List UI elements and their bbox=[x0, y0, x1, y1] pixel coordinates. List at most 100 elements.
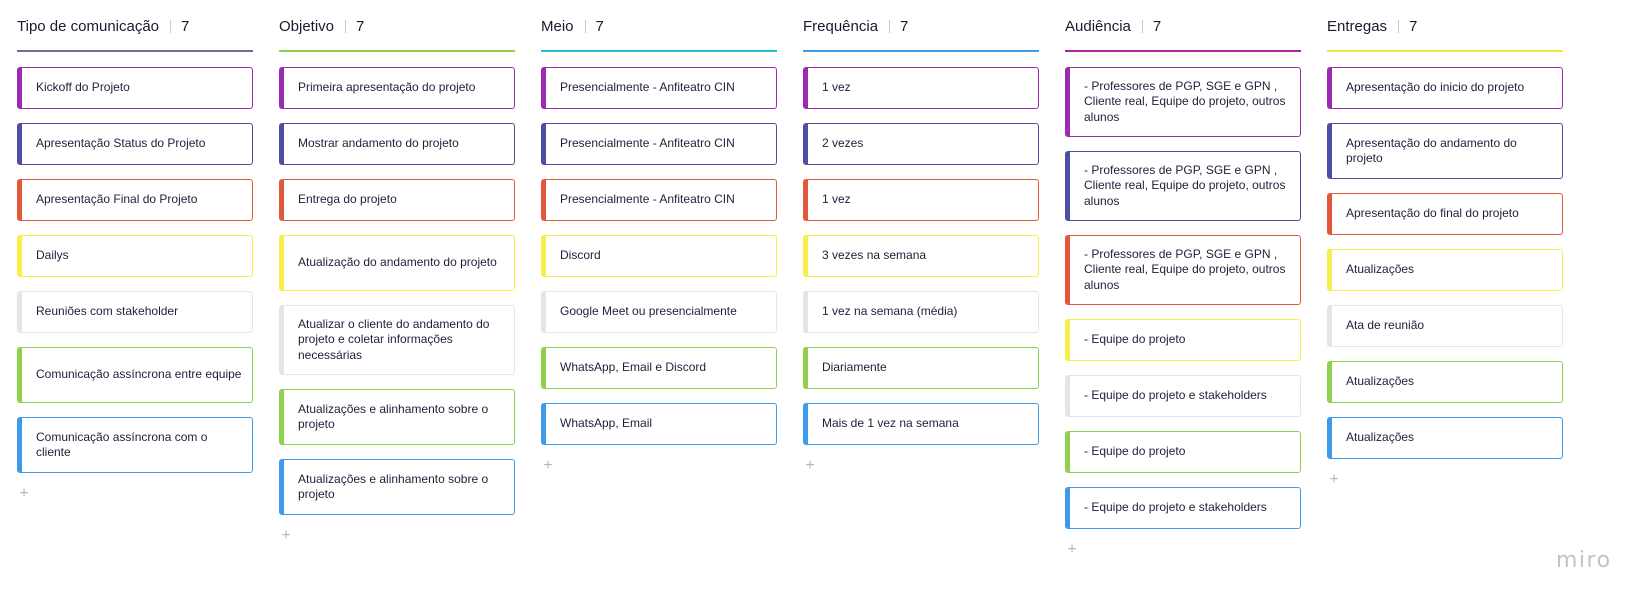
column-color-line bbox=[541, 50, 777, 52]
card-text: - Equipe do projeto bbox=[1084, 332, 1186, 347]
card-text: - Professores de PGP, SGE e GPN , Client… bbox=[1084, 246, 1286, 292]
column-header[interactable]: Frequência 7 bbox=[803, 15, 1039, 37]
add-card-button[interactable]: + bbox=[541, 458, 555, 474]
card-text: Presencialmente - Anfiteatro CIN bbox=[560, 80, 735, 95]
card[interactable]: Mostrar andamento do projeto bbox=[279, 123, 515, 165]
column-color-line bbox=[17, 50, 253, 52]
column-title[interactable]: Frequência bbox=[803, 18, 878, 35]
card-text: Atualizações bbox=[1346, 374, 1415, 389]
card[interactable]: 1 vez bbox=[803, 67, 1039, 109]
card-text: Apresentação Final do Projeto bbox=[36, 192, 198, 207]
card[interactable]: Diariamente bbox=[803, 347, 1039, 389]
column-color-line bbox=[1065, 50, 1301, 52]
card[interactable]: Atualizar o cliente do andamento do proj… bbox=[279, 305, 515, 375]
card[interactable]: Comunicação assíncrona com o cliente bbox=[17, 417, 253, 473]
card[interactable]: Presencialmente - Anfiteatro CIN bbox=[541, 67, 777, 109]
card[interactable]: Apresentação do inicio do projeto bbox=[1327, 67, 1563, 109]
card[interactable]: - Equipe do projeto e stakeholders bbox=[1065, 487, 1301, 529]
card-text: - Professores de PGP, SGE e GPN , Client… bbox=[1084, 78, 1286, 124]
card[interactable]: 1 vez na semana (média) bbox=[803, 291, 1039, 333]
card[interactable]: 1 vez bbox=[803, 179, 1039, 221]
card[interactable]: Apresentação Final do Projeto bbox=[17, 179, 253, 221]
card[interactable]: - Professores de PGP, SGE e GPN , Client… bbox=[1065, 151, 1301, 221]
card-text: Kickoff do Projeto bbox=[36, 80, 130, 95]
card[interactable]: Atualizações e alinhamento sobre o proje… bbox=[279, 459, 515, 515]
card[interactable]: Discord bbox=[541, 235, 777, 277]
card[interactable]: - Equipe do projeto bbox=[1065, 319, 1301, 361]
card[interactable]: Dailys bbox=[17, 235, 253, 277]
add-card-button[interactable]: + bbox=[279, 528, 293, 544]
card[interactable]: Presencialmente - Anfiteatro CIN bbox=[541, 123, 777, 165]
column-title[interactable]: Objetivo bbox=[279, 18, 334, 35]
add-card-button[interactable]: + bbox=[803, 458, 817, 474]
column-card-count: 7 bbox=[356, 17, 365, 35]
card[interactable]: Atualização do andamento do projeto bbox=[279, 235, 515, 291]
card[interactable]: Comunicação assíncrona entre equipe bbox=[17, 347, 253, 403]
column-header[interactable]: Objetivo 7 bbox=[279, 15, 515, 37]
column-header-divider bbox=[584, 19, 586, 33]
card-text: Apresentação do andamento do projeto bbox=[1346, 135, 1517, 166]
card-text: Atualizações bbox=[1346, 430, 1415, 445]
card[interactable]: Atualizações bbox=[1327, 249, 1563, 291]
add-card-button[interactable]: + bbox=[1065, 542, 1079, 558]
card[interactable]: Presencialmente - Anfiteatro CIN bbox=[541, 179, 777, 221]
card-text: - Equipe do projeto e stakeholders bbox=[1084, 388, 1267, 403]
column-header[interactable]: Tipo de comunicação 7 bbox=[17, 15, 253, 37]
card-text: Presencialmente - Anfiteatro CIN bbox=[560, 136, 735, 151]
card[interactable]: Atualizações bbox=[1327, 361, 1563, 403]
card[interactable]: Apresentação Status do Projeto bbox=[17, 123, 253, 165]
card[interactable]: Kickoff do Projeto bbox=[17, 67, 253, 109]
column-header-divider bbox=[1398, 19, 1400, 33]
add-card-button[interactable]: + bbox=[1327, 472, 1341, 488]
column-card-count: 7 bbox=[1152, 17, 1162, 35]
card[interactable]: Atualizações bbox=[1327, 417, 1563, 459]
card[interactable]: - Equipe do projeto bbox=[1065, 431, 1301, 473]
column-title[interactable]: Entregas bbox=[1327, 18, 1387, 35]
column-card-count: 7 bbox=[1409, 17, 1418, 35]
card[interactable]: Apresentação do andamento do projeto bbox=[1327, 123, 1563, 179]
card[interactable]: WhatsApp, Email e Discord bbox=[541, 347, 777, 389]
card[interactable]: Ata de reunião bbox=[1327, 305, 1563, 347]
add-card-button[interactable]: + bbox=[17, 486, 31, 502]
card[interactable]: Reuniões com stakeholder bbox=[17, 291, 253, 333]
card[interactable]: Atualizações e alinhamento sobre o proje… bbox=[279, 389, 515, 445]
column-card-count: 7 bbox=[181, 17, 190, 35]
card[interactable]: WhatsApp, Email bbox=[541, 403, 777, 445]
card-text: Reuniões com stakeholder bbox=[36, 304, 179, 319]
card-text: 1 vez na semana (média) bbox=[822, 304, 958, 319]
column-header[interactable]: Audiência 7 bbox=[1065, 15, 1301, 37]
column-color-line bbox=[279, 50, 515, 52]
column-card-count: 7 bbox=[900, 17, 909, 35]
column-header[interactable]: Entregas 7 bbox=[1327, 15, 1563, 37]
card[interactable]: 2 vezes bbox=[803, 123, 1039, 165]
column-title[interactable]: Meio bbox=[541, 18, 574, 35]
card[interactable]: Entrega do projeto bbox=[279, 179, 515, 221]
column-color-line bbox=[803, 50, 1039, 52]
card-text: Atualizações e alinhamento sobre o proje… bbox=[298, 471, 489, 502]
card[interactable]: Google Meet ou presencialmente bbox=[541, 291, 777, 333]
card[interactable]: - Professores de PGP, SGE e GPN , Client… bbox=[1065, 235, 1301, 305]
column-header[interactable]: Meio 7 bbox=[541, 15, 777, 37]
card-text: Atualizar o cliente do andamento do proj… bbox=[298, 316, 490, 362]
card-text: 1 vez bbox=[822, 80, 851, 95]
kanban-board: Tipo de comunicação 7 Kickoff do Projeto Ap… bbox=[0, 0, 1646, 607]
card-text: Atualizações bbox=[1346, 262, 1415, 277]
card-text: WhatsApp, Email bbox=[560, 416, 653, 431]
card-text: Primeira apresentação do projeto bbox=[298, 80, 476, 95]
column-color-line bbox=[1327, 50, 1563, 52]
card-text: Atualização do andamento do projeto bbox=[298, 255, 497, 270]
card-text: Discord bbox=[560, 248, 601, 263]
card[interactable]: - Equipe do projeto e stakeholders bbox=[1065, 375, 1301, 417]
card[interactable]: Mais de 1 vez na semana bbox=[803, 403, 1039, 445]
card[interactable]: Apresentação do final do projeto bbox=[1327, 193, 1563, 235]
card-text: Presencialmente - Anfiteatro CIN bbox=[560, 192, 735, 207]
card[interactable]: Primeira apresentação do projeto bbox=[279, 67, 515, 109]
column-header-divider bbox=[889, 19, 891, 33]
column-title[interactable]: Audiência bbox=[1065, 18, 1131, 35]
card-text: - Professores de PGP, SGE e GPN , Client… bbox=[1084, 162, 1286, 208]
card[interactable]: 3 vezes na semana bbox=[803, 235, 1039, 277]
card[interactable]: - Professores de PGP, SGE e GPN , Client… bbox=[1065, 67, 1301, 137]
card-text: Diariamente bbox=[822, 360, 887, 375]
column-header-divider bbox=[170, 19, 172, 33]
column-title[interactable]: Tipo de comunicação bbox=[17, 18, 159, 35]
